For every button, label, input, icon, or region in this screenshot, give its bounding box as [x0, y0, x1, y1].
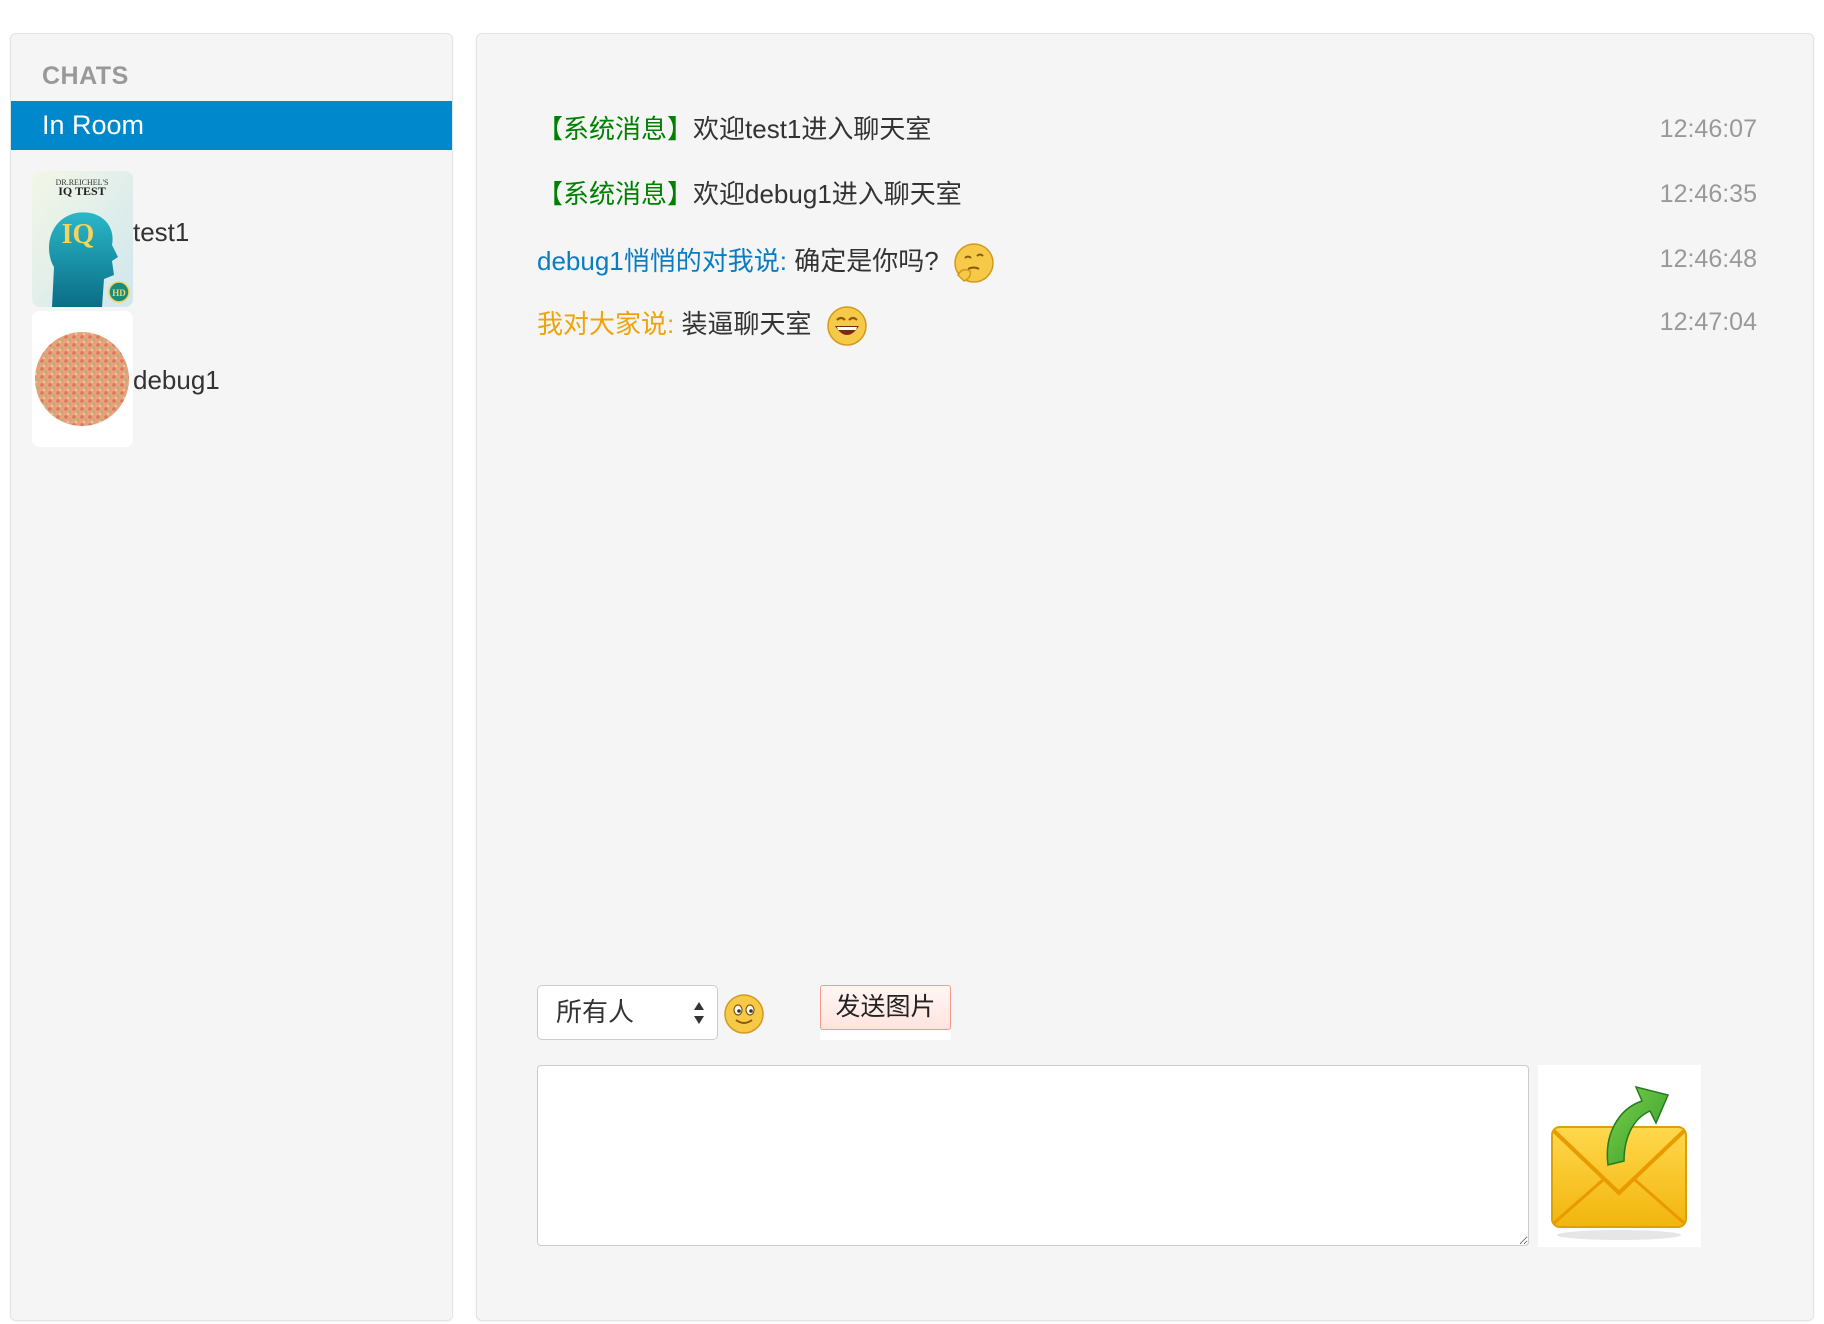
message-sender: 我对大家说:: [537, 308, 675, 339]
svg-text:IQ: IQ: [62, 219, 95, 250]
message-text: 欢迎debug1进入聊天室: [693, 179, 962, 209]
envelope-send-icon: [1551, 1085, 1687, 1240]
smiley-emoji-icon[interactable]: [722, 992, 766, 1036]
select-arrows-icon: [694, 1002, 704, 1024]
recipient-selected: 所有人: [556, 997, 635, 1027]
iq-test-avatar-icon: DR.REICHEL'S IQ TEST IQ HD: [32, 171, 133, 307]
message-time: 12:46:48: [1659, 245, 1757, 273]
message-sender: 【系统消息】: [537, 179, 694, 209]
message-sender: 【系统消息】: [537, 114, 694, 144]
chat-message: 【系统消息】欢迎debug1进入聊天室 12:46:35: [537, 176, 1757, 212]
color-blind-test-avatar-icon: [32, 311, 133, 447]
svg-text:IQ TEST: IQ TEST: [58, 184, 105, 198]
recipient-select[interactable]: 所有人: [537, 985, 718, 1040]
user-name: debug1: [133, 365, 220, 395]
chat-message: 我对大家说: 装逼聊天室 12:47:04: [537, 304, 1757, 348]
message-time: 12:46:07: [1659, 115, 1757, 143]
chats-sidebar: CHATS In Room DR.REICHEL'S IQ TEST IQ HD…: [10, 33, 453, 1321]
sidebar-header: CHATS: [42, 62, 129, 90]
message-text: 欢迎test1进入聊天室: [693, 114, 932, 144]
user-name: test1: [133, 217, 190, 247]
svg-text:HD: HD: [112, 288, 126, 298]
message-sender: debug1悄悄的对我说:: [537, 245, 787, 276]
grin-emoji-icon: [826, 306, 867, 346]
message-input[interactable]: [537, 1065, 1529, 1246]
message-text: 确定是你吗?: [786, 245, 939, 276]
message-time: 12:46:35: [1659, 180, 1757, 208]
sidebar-item-in-room[interactable]: In Room: [11, 101, 452, 150]
chat-message: debug1悄悄的对我说: 确定是你吗? 12:46:48: [537, 241, 1757, 285]
send-button[interactable]: [1538, 1065, 1701, 1247]
message-time: 12:47:04: [1659, 308, 1757, 336]
user-item-test1[interactable]: DR.REICHEL'S IQ TEST IQ HD test1: [32, 171, 442, 307]
chat-panel: 【系统消息】欢迎test1进入聊天室 12:46:07 【系统消息】欢迎debu…: [476, 33, 1814, 1321]
chat-message: 【系统消息】欢迎test1进入聊天室 12:46:07: [537, 111, 1757, 147]
send-image-button-base: [820, 1030, 951, 1040]
thinking-emoji-icon: [954, 243, 994, 283]
message-text: 装逼聊天室: [674, 308, 812, 339]
user-item-debug1[interactable]: debug1: [32, 311, 442, 447]
send-image-button[interactable]: 发送图片: [820, 985, 951, 1030]
